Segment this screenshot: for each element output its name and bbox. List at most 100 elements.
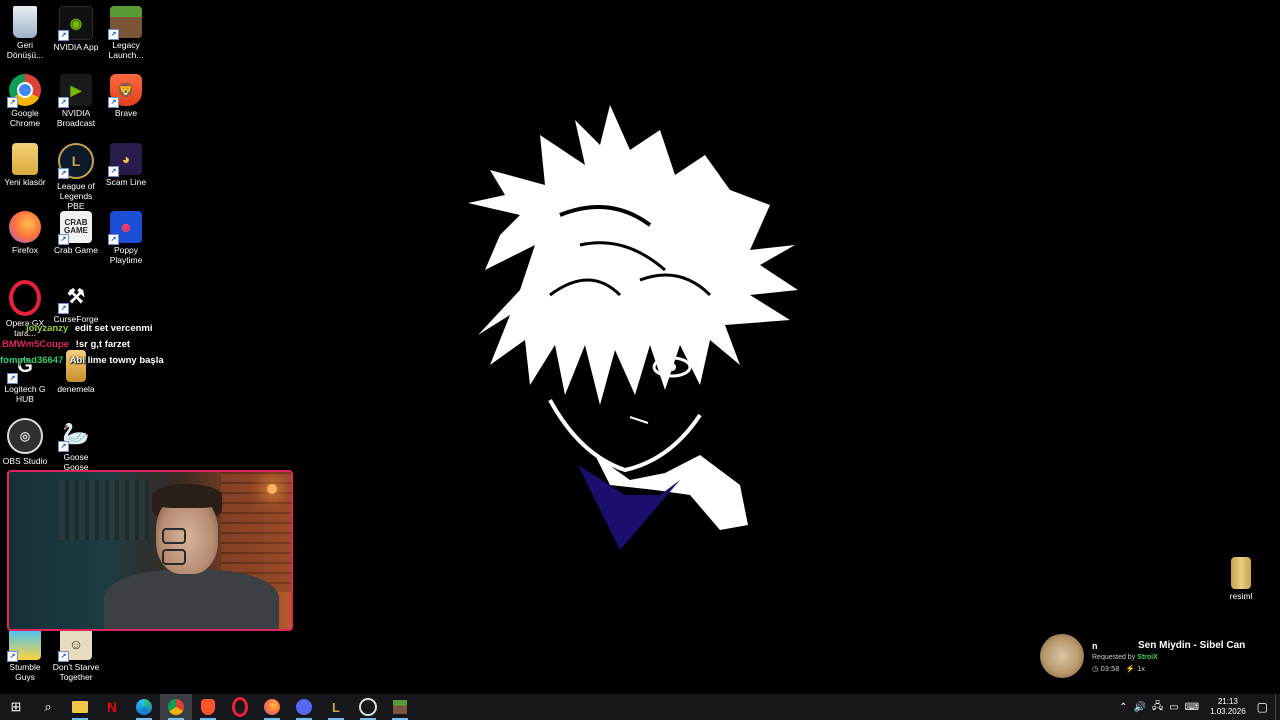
- desktop-icon-google-chrome[interactable]: ↗ Google Chrome: [0, 74, 50, 128]
- icon-label: NVIDIA Broadcast: [56, 108, 96, 128]
- icon-label: NVIDIA App: [53, 42, 99, 52]
- dont-starve-icon: ☺ ↗: [58, 628, 92, 662]
- taskbar-obs[interactable]: [352, 694, 384, 720]
- minecraft-icon: [393, 700, 407, 714]
- desktop-icon-nvidia-app[interactable]: ◉ ↗ NVIDIA App: [51, 6, 101, 52]
- requested-label: Requested by: [1092, 654, 1136, 661]
- desktop-icon-yeni-klasor[interactable]: Yeni klasör: [0, 143, 50, 187]
- desktop-icon-recycle-bin[interactable]: Geri Dönüşü...: [0, 6, 50, 60]
- icon-label: Yeni klasör: [4, 177, 46, 187]
- show-desktop-button[interactable]: [1275, 694, 1280, 720]
- taskbar-discord[interactable]: [288, 694, 320, 720]
- desktop: Geri Dönüşü... ◉ ↗ NVIDIA App ↗ Legacy La…: [0, 0, 1280, 694]
- icon-label: League of Legends PBE: [57, 181, 95, 211]
- song-meta: ◷ 03:58 ⚡ 1x: [1092, 664, 1146, 673]
- opera-gx-icon: [9, 280, 41, 316]
- edge-icon: [136, 699, 152, 715]
- search-button[interactable]: ⌕: [32, 694, 64, 720]
- notifications-icon[interactable]: ▢: [1257, 700, 1268, 714]
- webcam-overlay: [7, 470, 293, 631]
- chat-text: Abi lime towny başla: [69, 355, 164, 366]
- desktop-icon-dont-starve[interactable]: ☺ ↗ Don't Starve Together: [51, 628, 101, 682]
- wallpaper-anime-art: [468, 105, 798, 550]
- taskbar-clock[interactable]: 21:13 1.03.2026: [1210, 697, 1246, 717]
- icon-label: Poppy Playtime: [109, 245, 143, 265]
- show-hidden-icons-icon[interactable]: ⌃: [1119, 702, 1127, 713]
- taskbar-file-explorer[interactable]: [64, 694, 96, 720]
- taskbar-edge[interactable]: [128, 694, 160, 720]
- chat-username: fomplad36647: [0, 355, 64, 366]
- chrome-icon: ↗: [7, 74, 41, 108]
- network-icon[interactable]: 🖧: [1152, 699, 1163, 716]
- brave-icon: [201, 699, 215, 715]
- requester-name: StroiX: [1137, 654, 1158, 661]
- bookshelf: [59, 480, 149, 540]
- song-speed: 1x: [1137, 664, 1146, 673]
- desktop-icon-poppy-playtime[interactable]: ☻ ↗ Poppy Playtime: [101, 211, 151, 265]
- desktop-icon-legacy-launcher[interactable]: ↗ Legacy Launch...: [101, 6, 151, 60]
- clock-date: 1.03.2026: [1210, 707, 1246, 716]
- album-art-icon: [1040, 634, 1084, 678]
- taskbar-league[interactable]: L: [320, 694, 352, 720]
- icon-label: Logitech G HUB: [4, 384, 46, 404]
- taskbar-brave[interactable]: [192, 694, 224, 720]
- desktop-icon-resiml[interactable]: resiml: [1216, 557, 1266, 601]
- discord-icon: [296, 699, 312, 715]
- icon-label: Don't Starve Together: [52, 662, 100, 682]
- icon-label: Google Chrome: [9, 108, 41, 128]
- scam-line-icon: ◕ ↗: [108, 143, 142, 177]
- league-icon: L: [332, 699, 340, 715]
- music-prefix: n: [1092, 641, 1098, 651]
- streamer-body: [104, 570, 279, 629]
- chat-message: fomplad36647 Abi lime towny başla: [0, 355, 164, 366]
- netflix-icon: N: [106, 699, 118, 715]
- desktop-icon-firefox[interactable]: Firefox: [0, 211, 50, 255]
- chat-message: BMWm5Coupe !sr g,t farzet: [2, 339, 130, 350]
- icon-label: Legacy Launch...: [108, 40, 144, 60]
- desktop-icon-brave[interactable]: 🦁 ↗ Brave: [101, 74, 151, 118]
- chrome-icon: [168, 699, 184, 715]
- icon-label: Scam Line: [105, 177, 147, 187]
- start-button[interactable]: ⊞: [0, 694, 32, 720]
- stumble-guys-icon: ↗: [7, 628, 41, 662]
- lamp: [267, 484, 277, 494]
- taskbar-firefox[interactable]: [256, 694, 288, 720]
- desktop-icon-curseforge[interactable]: ⚒ ↗ CurseForge: [51, 280, 101, 325]
- song-time: 03:58: [1100, 664, 1120, 673]
- display-icon[interactable]: ▭: [1169, 702, 1178, 713]
- chat-message: jolyzanzy edit set vercenmi: [26, 323, 153, 334]
- desktop-icon-obs[interactable]: ◎ OBS Studio: [0, 418, 50, 466]
- goose-icon: 🦢 ↗: [58, 418, 92, 452]
- poppy-playtime-icon: ☻ ↗: [108, 211, 142, 245]
- obs-icon: [359, 698, 377, 716]
- taskbar-opera-gx[interactable]: [224, 694, 256, 720]
- recycle-bin-icon: [13, 6, 37, 38]
- icon-label: denemela: [57, 384, 95, 394]
- streamer-hair-top: [152, 484, 222, 508]
- firefox-icon: [9, 211, 41, 243]
- language-icon[interactable]: ⌨: [1185, 702, 1199, 713]
- opera-gx-icon: [232, 697, 248, 717]
- desktop-icon-crab-game[interactable]: CRAB GAME ↗ Crab Game: [51, 211, 101, 255]
- desktop-icon-stumble-guys[interactable]: ↗ Stumble Guys: [0, 628, 50, 682]
- nvidia-app-icon: ◉ ↗: [58, 6, 93, 41]
- desktop-icon-nvidia-broadcast[interactable]: ▶ ↗ NVIDIA Broadcast: [51, 74, 101, 128]
- desktop-icon-league[interactable]: L ↗ League of Legends PBE: [51, 143, 101, 211]
- crab-game-icon: CRAB GAME ↗: [58, 211, 92, 245]
- desktop-icon-scam-line[interactable]: ◕ ↗ Scam Line: [101, 143, 151, 187]
- nvidia-broadcast-icon: ▶ ↗: [58, 74, 92, 108]
- chat-username: jolyzanzy: [26, 323, 69, 334]
- requested-by: Requested by StroiX: [1092, 654, 1158, 661]
- volume-icon[interactable]: 🔊: [1134, 702, 1146, 713]
- taskbar-chrome[interactable]: [160, 694, 192, 720]
- now-playing-widget: n Sen Miydin - Sibel Can Requested by St…: [1040, 634, 1265, 680]
- taskbar-netflix[interactable]: N: [96, 694, 128, 720]
- taskbar-minecraft[interactable]: [384, 694, 416, 720]
- folder-icon: [12, 143, 38, 175]
- chat-text: !sr g,t farzet: [75, 339, 131, 350]
- icon-label: Crab Game: [54, 245, 98, 255]
- firefox-icon: [264, 699, 280, 715]
- icon-label: OBS Studio: [2, 456, 48, 466]
- minecraft-legacy-icon: ↗: [108, 6, 142, 40]
- icon-label: Geri Dönüşü...: [6, 40, 44, 60]
